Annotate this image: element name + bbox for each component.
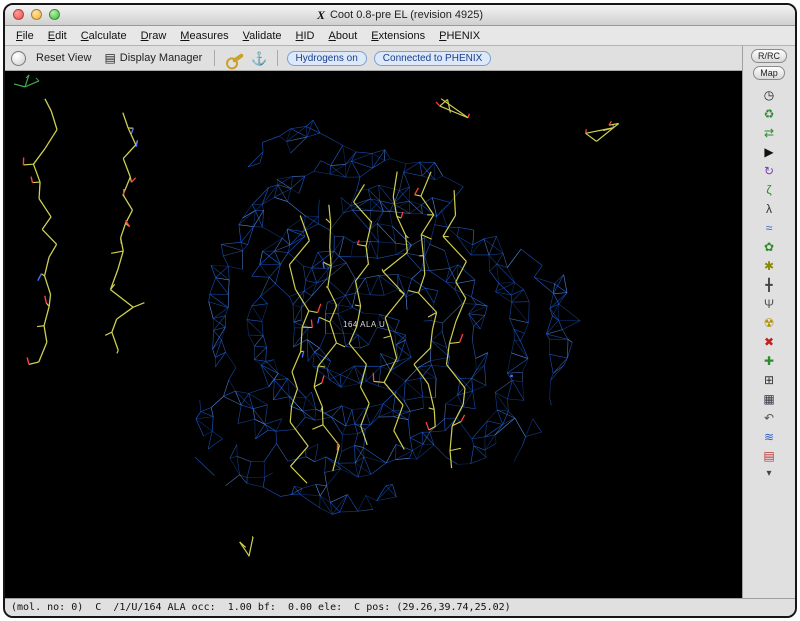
map-button[interactable]: Map — [753, 66, 785, 80]
menu-hid[interactable]: HID — [289, 29, 322, 43]
display-manager-label: Display Manager — [120, 52, 203, 64]
toolbar-separator — [277, 50, 278, 66]
main-toolbar: Reset View ▤ Display Manager ⚓ Hydrogens… — [5, 46, 742, 71]
menu-measures[interactable]: Measures — [173, 29, 235, 43]
menu-extensions[interactable]: Extensions — [364, 29, 432, 43]
toolbar-separator — [214, 50, 215, 66]
menu-calculate[interactable]: Calculate — [74, 29, 134, 43]
map-contour-icon[interactable]: ≋ — [757, 427, 781, 446]
add-alt-conf-icon[interactable]: Ψ — [757, 294, 781, 313]
right-toolbar: R/RC Map ◷♻⇄▶↻ζλ≈✿✱╋Ψ☢✖✚⊞▦↶≋▤ ▾ — [742, 46, 795, 598]
gl-canvas[interactable]: 164 ALA U — [5, 71, 742, 598]
menu-draw[interactable]: Draw — [134, 29, 174, 43]
rrc-button[interactable]: R/RC — [751, 49, 787, 63]
minimize-button[interactable] — [31, 9, 42, 20]
menubar: FileEditCalculateDrawMeasuresValidateHID… — [5, 26, 795, 46]
clock-icon[interactable]: ◷ — [757, 85, 781, 104]
zoom-button[interactable] — [49, 9, 60, 20]
menu-phenix[interactable]: PHENIX — [432, 29, 487, 43]
left-column: Reset View ▤ Display Manager ⚓ Hydrogens… — [5, 46, 742, 598]
titlebar: X Coot 0.8-pre EL (revision 4925) — [5, 5, 795, 26]
traffic-lights — [13, 9, 60, 20]
restraints-icon[interactable]: ⚓ — [251, 52, 267, 65]
delete-icon[interactable]: ✖ — [757, 332, 781, 351]
menu-validate[interactable]: Validate — [236, 29, 289, 43]
hydrogens-toggle-button[interactable]: Hydrogens on — [287, 51, 367, 66]
key-icon[interactable] — [232, 53, 244, 63]
display-manager-button[interactable]: ▤ Display Manager — [101, 51, 205, 65]
auto-fit-rotamer-icon[interactable]: ✿ — [757, 237, 781, 256]
status-text: (mol. no: 0) C /1/U/164 ALA occ: 1.00 bf… — [11, 602, 511, 613]
body-row: Reset View ▤ Display Manager ⚓ Hydrogens… — [5, 46, 795, 598]
real-space-refine-icon[interactable]: ♻ — [757, 104, 781, 123]
go-to-atom-icon[interactable]: ⊞ — [757, 370, 781, 389]
x11-icon: X — [317, 8, 325, 23]
rigid-body-icon[interactable]: ▶ — [757, 142, 781, 161]
panel-icon[interactable]: ▦ — [757, 389, 781, 408]
radiation-icon[interactable]: ☢ — [757, 313, 781, 332]
rotate-translate-icon[interactable]: ↻ — [757, 161, 781, 180]
statusbar: (mol. no: 0) C /1/U/164 ALA occ: 1.00 bf… — [5, 598, 795, 616]
window-title-area: X Coot 0.8-pre EL (revision 4925) — [317, 8, 483, 23]
menu-edit[interactable]: Edit — [41, 29, 74, 43]
regularize-icon[interactable]: ⇄ — [757, 123, 781, 142]
tool-icon-strip: ◷♻⇄▶↻ζλ≈✿✱╋Ψ☢✖✚⊞▦↶≋▤ — [757, 85, 781, 465]
window-title: Coot 0.8-pre EL (revision 4925) — [330, 9, 483, 21]
phenix-connection-button[interactable]: Connected to PHENIX — [374, 51, 492, 66]
molecule-svg — [5, 71, 742, 598]
add-atom-icon[interactable]: ✚ — [757, 351, 781, 370]
scroll-down-arrow[interactable]: ▾ — [766, 468, 771, 479]
side-chain-flip-icon[interactable]: λ — [757, 199, 781, 218]
coot-window: X Coot 0.8-pre EL (revision 4925) FileEd… — [3, 3, 797, 618]
reset-view-button[interactable]: Reset View — [33, 51, 94, 65]
reset-view-label: Reset View — [36, 52, 91, 64]
atom-label: 164 ALA U — [343, 320, 385, 329]
toolbar-collapse-button[interactable] — [11, 51, 26, 66]
close-button[interactable] — [13, 9, 24, 20]
jiggle-fit-icon[interactable]: ≈ — [757, 218, 781, 237]
pepflip-icon[interactable]: ζ — [757, 180, 781, 199]
display-colors-icon[interactable]: ▤ — [757, 446, 781, 465]
menu-file[interactable]: File — [9, 29, 41, 43]
add-terminal-residue-icon[interactable]: ╋ — [757, 275, 781, 294]
mutate-icon[interactable]: ✱ — [757, 256, 781, 275]
menu-about[interactable]: About — [322, 29, 365, 43]
display-manager-icon: ▤ — [104, 52, 115, 64]
undo-icon[interactable]: ↶ — [757, 408, 781, 427]
